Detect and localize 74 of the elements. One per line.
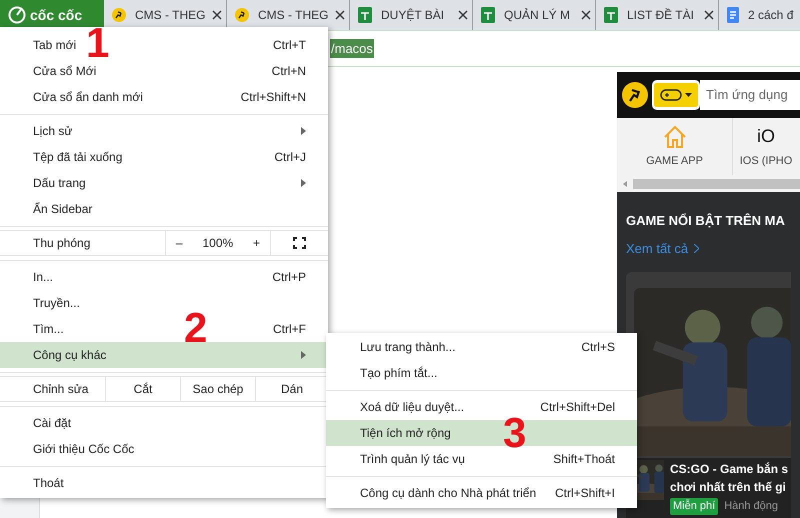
menu-item[interactable]: Công cụ khác (33, 346, 106, 364)
close-icon[interactable] (335, 10, 345, 20)
search-input[interactable]: Tìm ứng dụng (706, 85, 791, 105)
step-number: 2 (184, 307, 208, 349)
shortcut-label: Ctrl+F (273, 321, 306, 338)
game-title: CS:GO - Game bắn s chơi nhất trên thế gi (670, 461, 788, 496)
shortcut-label: Ctrl+S (581, 339, 615, 356)
logo-icon (8, 6, 26, 24)
menu-item[interactable]: Tệp đã tải xuống (33, 148, 122, 166)
close-icon[interactable] (581, 10, 591, 20)
zoom-level: 100% (202, 235, 234, 252)
close-icon[interactable] (212, 10, 222, 20)
house-icon (662, 124, 688, 150)
zoom-in-button[interactable]: + (253, 234, 260, 252)
menu-item[interactable]: Thoát (33, 474, 64, 492)
menu-item[interactable]: Ẩn Sidebar (33, 200, 92, 218)
shortcut-label: Ctrl+Shift+N (240, 89, 306, 106)
price-tag: Miễn phí (670, 498, 718, 514)
menu-item[interactable]: Tạo phím tắt... (360, 364, 438, 382)
browser-tab[interactable]: LIST ĐỀ TÀI (596, 0, 719, 30)
menu-item[interactable]: Xoá dữ liệu duyệt... (360, 398, 464, 416)
shortcut-label: Ctrl+J (274, 149, 306, 166)
chevron-right-icon (694, 244, 700, 253)
menu-item[interactable]: Trình quản lý tác vụ (360, 450, 465, 468)
step-number: 3 (503, 412, 526, 454)
edit-button[interactable]: Cắt (105, 377, 180, 401)
nav-tab[interactable]: iO IOS (IPHO (733, 118, 799, 175)
scrollbar-thumb[interactable] (633, 178, 800, 188)
fullscreen-icon (293, 237, 306, 249)
runner-icon (235, 8, 249, 22)
shortcut-label: Ctrl+T (273, 37, 306, 54)
menu-label: Chỉnh sửa (32, 381, 90, 398)
shortcut-label: Ctrl+Shift+Del (540, 399, 615, 416)
genre-label: Hành động (724, 499, 778, 514)
gamepad-icon (660, 89, 682, 101)
edit-button[interactable]: Sao chép (180, 377, 255, 401)
zoom-out-button[interactable]: – (176, 234, 183, 252)
menu-item[interactable]: Dấu trang (33, 174, 86, 192)
address-text[interactable]: /macos (330, 38, 374, 58)
spreadsheet-icon (604, 7, 618, 23)
menu-item[interactable]: Cửa sổ ẩn danh mới (33, 88, 143, 106)
menu-item[interactable]: Cửa sổ Mới (33, 62, 96, 80)
spreadsheet-icon (481, 7, 495, 23)
runner-icon (112, 8, 126, 22)
category-dropdown[interactable] (652, 80, 700, 110)
menu-item[interactable]: In... (33, 268, 54, 286)
menu-item[interactable]: Tiện ích mở rộng (360, 424, 451, 442)
menu-item[interactable]: Cài đặt (33, 414, 72, 432)
browser-tab[interactable]: DUYỆT BÀI (350, 0, 473, 30)
runner-logo-icon (622, 82, 648, 108)
caret-icon (685, 93, 692, 97)
menu-label: Thu phóng (32, 235, 92, 252)
menu-item[interactable]: Công cụ dành cho Nhà phát triển (360, 484, 536, 502)
shortcut-label: Shift+Thoát (553, 451, 615, 468)
shortcut-label: Ctrl+Shift+I (554, 485, 615, 502)
close-icon[interactable] (458, 10, 468, 20)
browser-tab[interactable]: QUẢN LÝ M (473, 0, 596, 30)
nav-heading: iO (757, 125, 775, 148)
see-all-link[interactable]: Xem tất cả (626, 238, 791, 258)
menu-item[interactable]: Giới thiệu Cốc Cốc (33, 440, 134, 458)
menu-item[interactable]: Lịch sử (33, 122, 72, 140)
menu-item[interactable]: Lưu trang thành... (360, 338, 456, 356)
scroll-left-icon (623, 180, 627, 186)
close-icon[interactable] (704, 10, 714, 20)
shortcut-label: Ctrl+N (272, 63, 306, 80)
menu-item[interactable]: Tìm... (33, 320, 64, 338)
menu-item[interactable]: Truyền... (33, 294, 80, 312)
shortcut-label: Ctrl+P (272, 269, 306, 286)
search-field[interactable]: Tìm ứng dụng (700, 80, 800, 110)
spreadsheet-icon (358, 7, 372, 23)
menu-item[interactable]: Tab mới (33, 36, 76, 54)
section-title: GAME NỔI BẬT TRÊN MA (626, 212, 786, 230)
document-icon (727, 7, 739, 23)
browser-tab[interactable]: 2 cách đ (719, 0, 800, 30)
